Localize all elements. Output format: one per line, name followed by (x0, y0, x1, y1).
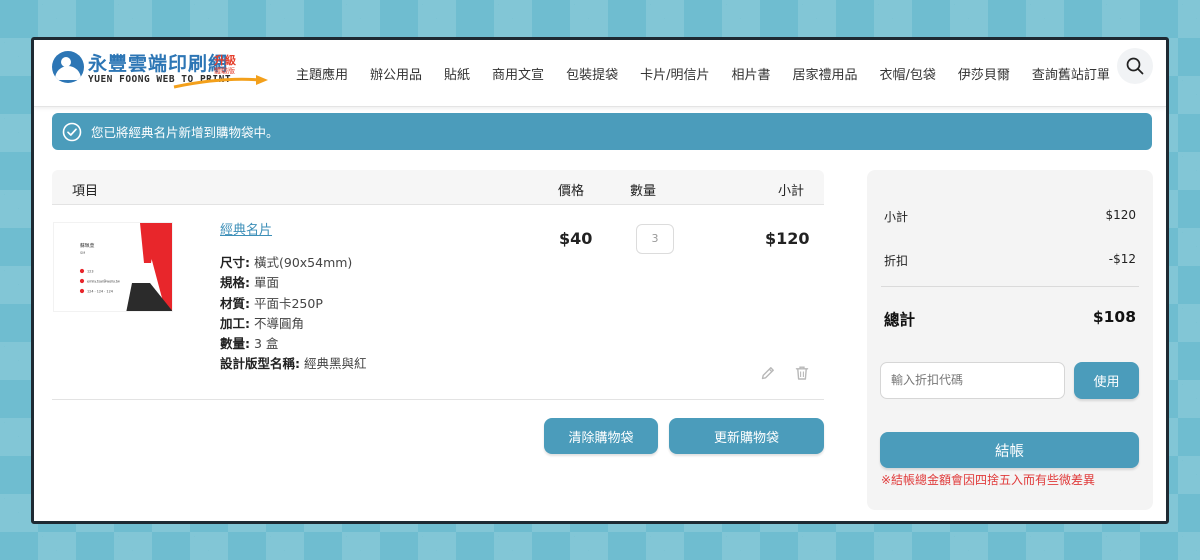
nav-item-photobook[interactable]: 相片書 (731, 64, 770, 83)
card-phone: 123 (87, 269, 93, 273)
logo-mark-icon (52, 51, 84, 83)
trash-icon[interactable] (794, 365, 810, 381)
card-email: emily.tsai@wolly.tw (87, 279, 120, 283)
site-header: 永豐雲端印刷網 YUEN FOONG WEB TO PRINT 升級 體驗版 主… (34, 40, 1166, 107)
quantity-input[interactable]: 3 (636, 224, 674, 254)
attribute-size: 尺寸: 橫式(90x54mm) (220, 253, 367, 273)
checkout-button[interactable]: 結帳 (880, 432, 1139, 468)
nav-item-office[interactable]: 辦公用品 (370, 64, 422, 83)
app-window: 永豐雲端印刷網 YUEN FOONG WEB TO PRINT 升級 體驗版 主… (31, 37, 1169, 524)
attribute-spec: 規格: 單面 (220, 273, 367, 293)
attribute-label: 規格: (220, 275, 250, 291)
search-button[interactable] (1117, 48, 1153, 84)
site-logo[interactable]: 永豐雲端印刷網 YUEN FOONG WEB TO PRINT 升級 體驗版 (52, 49, 268, 93)
cart-table-header: 項目 價格 數量 小計 (52, 170, 824, 205)
product-attributes: 尺寸: 橫式(90x54mm) 規格: 單面 材質: 平面卡250P 加工: 不… (220, 253, 367, 375)
clear-cart-button[interactable]: 清除購物袋 (544, 418, 658, 454)
summary-divider (881, 286, 1139, 287)
nav-item-packaging[interactable]: 包裝提袋 (566, 64, 618, 83)
line-subtotal: $120 (765, 229, 810, 248)
alert-message: 您已將經典名片新增到購物袋中。 (91, 125, 279, 140)
nav-item-cards[interactable]: 卡片/明信片 (640, 64, 709, 83)
summary-discount-value: -$12 (1108, 252, 1136, 266)
product-thumbnail[interactable]: 蘇珮萱 SM 123 emily.tsai@wolly.tw 124 · 124… (53, 222, 173, 312)
attribute-label: 設計版型名稱: (220, 356, 300, 372)
summary-subtotal-label: 小計 (884, 210, 909, 224)
success-alert: 您已將經典名片新增到購物袋中。 (52, 113, 1152, 150)
summary-discount-label: 折扣 (884, 254, 909, 268)
summary-discount: 折扣 -$12 (884, 252, 1136, 269)
nav-item-home-gifts[interactable]: 居家禮用品 (792, 64, 857, 83)
search-icon (1126, 57, 1144, 75)
summary-subtotal-value: $120 (1105, 208, 1136, 222)
product-name-link[interactable]: 經典名片 (220, 219, 272, 238)
pencil-icon[interactable] (760, 365, 776, 381)
update-cart-button[interactable]: 更新購物袋 (669, 418, 824, 454)
attribute-template: 設計版型名稱: 經典黑與紅 (220, 354, 367, 374)
attribute-finishing: 加工: 不導圓角 (220, 314, 367, 334)
column-header-qty: 數量 (630, 184, 657, 199)
order-summary: 小計 $120 折扣 -$12 總計 $108 輸入折扣代碼 使用 結帳 ※結帳… (867, 170, 1153, 510)
column-header-price: 價格 (558, 184, 585, 199)
column-header-subtotal: 小計 (778, 184, 805, 199)
nav-item-theme[interactable]: 主題應用 (296, 64, 348, 83)
nav-item-isabelle[interactable]: 伊莎貝爾 (958, 64, 1010, 83)
apply-coupon-button[interactable]: 使用 (1074, 362, 1139, 399)
rounding-note: ※結帳總金額會因四捨五入而有些微差異 (881, 473, 1096, 487)
nav-item-apparel[interactable]: 衣帽/包袋 (880, 64, 936, 83)
nav-item-stickers[interactable]: 貼紙 (444, 64, 470, 83)
card-title: SM (80, 251, 85, 255)
card-extra: 124 · 124 · 124 (87, 289, 113, 293)
business-card-preview: 蘇珮萱 SM 123 emily.tsai@wolly.tw 124 · 124… (54, 223, 172, 311)
cart-row: 蘇珮萱 SM 123 emily.tsai@wolly.tw 124 · 124… (52, 205, 824, 400)
summary-total-value: $108 (1092, 308, 1136, 326)
attribute-label: 加工: (220, 315, 250, 331)
nav-item-promo[interactable]: 商用文宣 (492, 64, 544, 83)
summary-subtotal: 小計 $120 (884, 208, 1136, 225)
attribute-value: 不導圓角 (253, 315, 304, 331)
nav-item-old-orders[interactable]: 查詢舊站訂單 (1032, 64, 1110, 83)
check-circle-icon (62, 122, 82, 142)
attribute-quantity: 數量: 3 盒 (220, 334, 367, 354)
unit-price: $40 (559, 229, 593, 248)
summary-total: 總計 $108 (884, 308, 1136, 330)
attribute-value: 經典黑與紅 (303, 356, 367, 372)
summary-total-label: 總計 (884, 311, 916, 329)
attribute-material: 材質: 平面卡250P (220, 294, 367, 314)
attribute-label: 數量: (220, 336, 250, 352)
attribute-value: 3 盒 (253, 336, 279, 352)
column-header-item: 項目 (72, 184, 99, 199)
attribute-value: 單面 (253, 275, 279, 291)
main-nav: 主題應用 辦公用品 貼紙 商用文宣 包裝提袋 卡片/明信片 相片書 居家禮用品 … (296, 40, 1110, 107)
coupon-code-input[interactable]: 輸入折扣代碼 (880, 362, 1065, 399)
card-name: 蘇珮萱 (80, 242, 95, 249)
attribute-label: 尺寸: (220, 255, 250, 270)
attribute-value: 橫式(90x54mm) (253, 255, 353, 270)
attribute-value: 平面卡250P (253, 295, 323, 311)
logo-swoosh-icon (173, 75, 268, 89)
attribute-label: 材質: (220, 295, 250, 311)
